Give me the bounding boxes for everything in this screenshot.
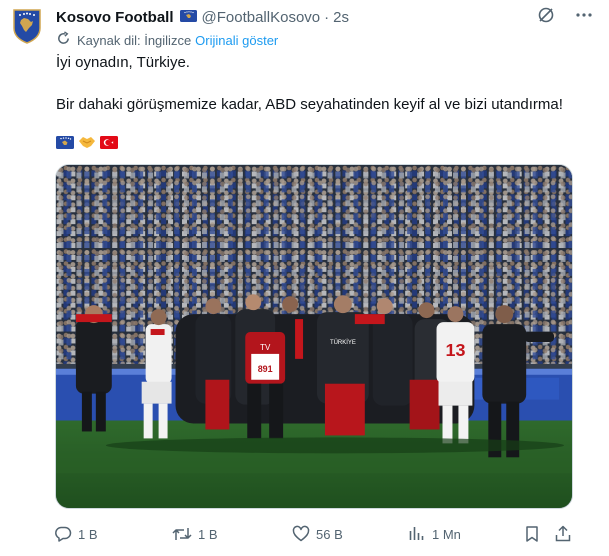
author-handle[interactable]: @FootballKosovo [202,9,321,26]
tweet-header: Kosovo Football @FootballKosovo · 2s [56,6,597,28]
share-button[interactable] [554,520,578,548]
grok-icon[interactable] [537,6,555,24]
share-icon [555,525,571,542]
tweet-actions: 1 B 1 B 56 B 1 Mn [52,520,577,548]
emoji-row [56,135,118,154]
reply-button[interactable]: 1 B [54,520,98,548]
bookmark-icon [526,526,538,542]
tweet: Kosovo Football @FootballKosovo · 2s Kay… [0,0,609,556]
jersey-number: 13 [445,340,465,360]
tweet-time[interactable]: 2s [333,9,349,26]
jacket-text: TÜRKİYE [330,339,356,346]
kosovo-football-crest-icon [13,9,41,44]
views-count: 1 Mn [432,526,461,542]
more-options-icon[interactable] [575,6,593,24]
header-separator: · [324,8,330,26]
repost-icon [172,528,192,540]
author-name[interactable]: Kosovo Football [56,9,174,26]
tweet-text-line-1: İyi oynadın, Türkiye. [56,54,190,71]
bib-number: 891 [258,364,273,374]
kosovo-flag-emoji-icon [56,135,74,154]
translation-bar: Kaynak dil: İngilizce Orijinali göster [56,30,278,50]
handshake-emoji-icon [78,135,96,154]
translate-icon [56,31,77,49]
reply-count: 1 B [78,526,98,542]
like-button[interactable]: 56 B [292,520,343,548]
reply-icon [55,526,72,542]
source-language-label: Kaynak dil: İngilizce [77,32,192,48]
heart-icon [292,525,310,542]
author-avatar[interactable] [12,8,42,44]
repost-button[interactable]: 1 B [172,520,218,548]
tweet-text-line-2: Bir dahaki görüşmemize kadar, ABD seyaha… [56,96,563,113]
show-original-link[interactable]: Orijinali göster [195,33,278,48]
bib-tv-label: TV [260,343,271,352]
kosovo-flag-icon [179,9,197,26]
turkey-flag-emoji-icon [100,135,118,154]
like-count: 56 B [316,526,343,542]
analytics-icon [409,527,424,540]
tweet-photo[interactable]: TV 891 TÜRKİYE 13 [55,164,573,509]
repost-count: 1 B [198,526,218,542]
bookmark-button[interactable] [524,520,546,548]
header-icons [537,6,593,24]
views-button[interactable]: 1 Mn [408,520,461,548]
